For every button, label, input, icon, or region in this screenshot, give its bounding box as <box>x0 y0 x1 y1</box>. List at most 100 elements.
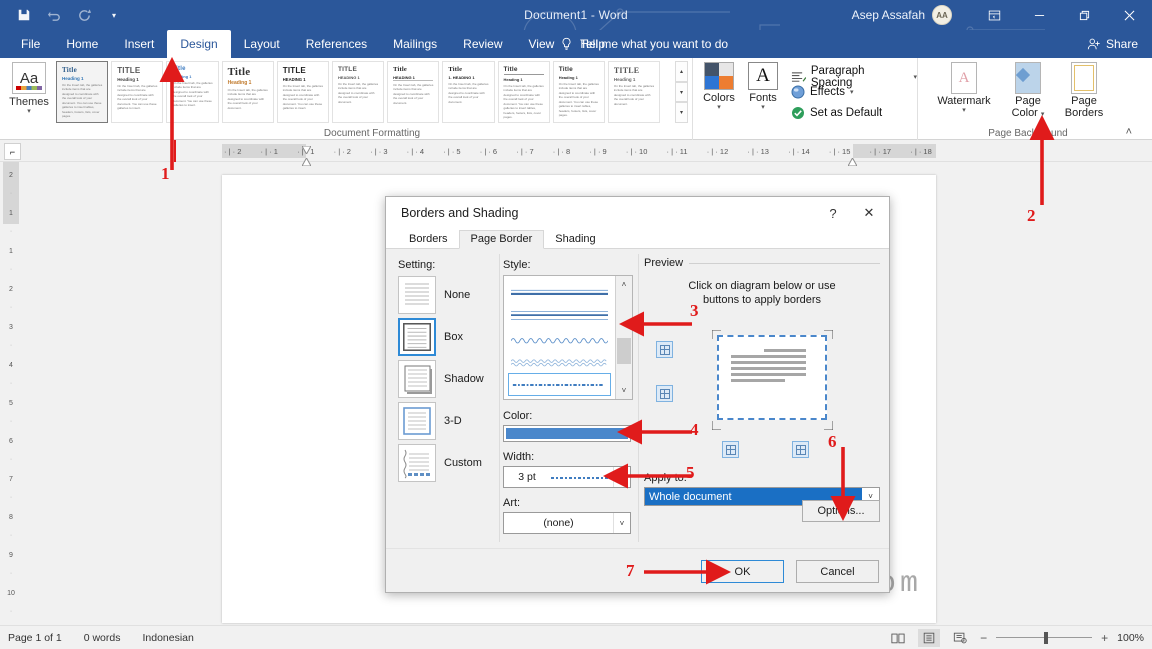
cancel-button[interactable]: Cancel <box>796 560 879 583</box>
ribbon-display-options-icon[interactable] <box>972 0 1017 30</box>
first-line-indent-marker[interactable] <box>301 141 312 156</box>
style-option-0[interactable] <box>508 281 611 304</box>
tell-me-search[interactable]: Tell me what you want to do <box>560 30 728 58</box>
tab-stop-selector[interactable]: ⌐ <box>4 143 21 160</box>
chevron-down-icon[interactable]: ▾ <box>717 104 721 111</box>
preview-right-border-button[interactable] <box>792 441 809 458</box>
dialog-tab-page-border[interactable]: Page Border <box>458 230 545 249</box>
minimize-icon[interactable] <box>1017 0 1062 30</box>
style-set-card-0[interactable]: Title Heading 1 On the Insert tab, the gal… <box>56 61 109 123</box>
style-list-items[interactable] <box>504 276 615 399</box>
themes-button[interactable]: Aa Themes ▾ <box>8 62 50 115</box>
zoom-level[interactable]: 100% <box>1117 632 1144 644</box>
colors-button[interactable]: Colors ▾ <box>697 62 741 111</box>
style-option-3[interactable] <box>508 350 611 373</box>
setting-option-box[interactable]: Box <box>398 318 490 356</box>
scroll-down-icon[interactable]: ˅ <box>616 382 632 399</box>
style-set-card-1[interactable]: TITLE Heading 1 On the Insert tab, the gal… <box>111 61 164 123</box>
close-icon[interactable] <box>1107 0 1152 30</box>
dialog-tab-borders[interactable]: Borders <box>398 231 459 248</box>
set-as-default-button[interactable]: Set as Default <box>791 106 882 120</box>
right-indent-marker[interactable] <box>847 153 858 167</box>
style-set-card-9[interactable]: Title Heading 1 On the Insert tab, the gal… <box>552 61 605 123</box>
style-set-card-10[interactable]: TITLE Heading 1 On the Insert tab, the gal… <box>607 61 661 123</box>
tab-mailings[interactable]: Mailings <box>380 30 450 58</box>
style-set-card-8[interactable]: Title Heading 1 On the Insert tab, the gal… <box>497 61 550 123</box>
style-set-card-5[interactable]: TITLE HEADING 1 On the Insert tab, the gal… <box>331 61 385 123</box>
art-combo[interactable]: (none) ˅ <box>503 512 631 534</box>
gallery-more-icon[interactable]: ▾ <box>675 102 688 124</box>
word-count[interactable]: 0 words <box>84 632 121 644</box>
zoom-out-button[interactable]: − <box>980 631 987 645</box>
setting-option-3d[interactable]: 3-D <box>398 402 490 440</box>
tab-insert[interactable]: Insert <box>111 30 167 58</box>
style-set-card-6[interactable]: Title HEADING 1 On the Insert tab, the gal… <box>387 61 440 123</box>
chevron-down-icon[interactable]: ▾ <box>27 108 31 115</box>
tab-design[interactable]: Design <box>167 30 231 58</box>
zoom-slider[interactable] <box>996 629 1093 647</box>
account-area[interactable]: Asep Assafah AA <box>852 0 952 30</box>
tab-file[interactable]: File <box>8 30 53 58</box>
language[interactable]: Indonesian <box>142 632 193 644</box>
dialog-help-icon[interactable]: ? <box>817 197 849 229</box>
setting-option-none[interactable]: None <box>398 276 490 314</box>
gallery-scroll-down-icon[interactable]: ▾ <box>675 81 688 103</box>
width-combo[interactable]: 3 pt ˅ <box>503 466 631 488</box>
ribbon-tabs[interactable]: File Home Insert Design Layout Reference… <box>8 30 618 58</box>
print-layout-icon[interactable] <box>918 628 941 647</box>
tab-references[interactable]: References <box>293 30 380 58</box>
tab-home[interactable]: Home <box>53 30 111 58</box>
color-swatch[interactable] <box>503 425 631 442</box>
dialog-close-icon[interactable]: ✕ <box>849 197 889 229</box>
style-set-card-4[interactable]: TITLE HEADING 1 On the Insert tab, the gal… <box>276 61 329 123</box>
options-button[interactable]: Options... <box>802 500 880 522</box>
art-dropdown-icon[interactable]: ˅ <box>613 513 630 533</box>
effects-button[interactable]: Effects ▾ <box>791 85 853 99</box>
preview-diagram[interactable] <box>644 313 880 473</box>
dialog-tab-shading[interactable]: Shading <box>544 231 606 248</box>
page-borders-button[interactable]: Page Borders <box>1056 62 1112 119</box>
style-list[interactable]: ˄ ˅ <box>503 275 633 400</box>
style-option-2[interactable] <box>508 327 611 350</box>
zoom-in-button[interactable]: + <box>1101 631 1108 645</box>
window-controls[interactable] <box>972 0 1152 30</box>
dialog-tabs[interactable]: Borders Page Border Shading <box>386 229 889 249</box>
width-dropdown-icon[interactable]: ˅ <box>613 467 630 487</box>
horizontal-ruler[interactable]: ⌐ · | · 2 · | · 1 · | · 1 · | · 2 · | · … <box>0 140 1152 167</box>
tab-layout[interactable]: Layout <box>231 30 293 58</box>
share-button[interactable]: Share <box>1087 30 1138 58</box>
page-count[interactable]: Page 1 of 1 <box>8 632 62 644</box>
gallery-scroll-up-icon[interactable]: ▴ <box>675 61 688 82</box>
web-layout-icon[interactable] <box>949 629 971 647</box>
preview-bottom-border-button[interactable] <box>656 385 673 402</box>
restore-icon[interactable] <box>1062 0 1107 30</box>
vertical-ruler[interactable]: 2 · 1 · 1 · 2 · 3 · 4 · 5 · 6 · 7 · 8 · 9 · 10 · <box>0 162 22 625</box>
read-mode-icon[interactable] <box>887 629 909 647</box>
scroll-up-icon[interactable]: ˄ <box>616 276 632 293</box>
borders-and-shading-dialog[interactable]: Borders and Shading ? ✕ Borders Page Bor… <box>385 196 890 593</box>
page-color-button[interactable]: Page Color ▾ <box>1002 62 1054 119</box>
setting-option-shadow[interactable]: Shadow <box>398 360 490 398</box>
hanging-indent-marker[interactable] <box>301 153 312 167</box>
preview-top-border-button[interactable] <box>656 341 673 358</box>
setting-option-custom[interactable]: Custom <box>398 444 490 482</box>
fonts-button[interactable]: A Fonts ▾ <box>741 62 785 111</box>
style-set-card-7[interactable]: Title 1. HEADING 1 On the Insert tab, the … <box>442 61 495 123</box>
style-set-card-3[interactable]: Title Heading 1 On the Insert tab, the gal… <box>221 61 274 123</box>
preview-page-box[interactable] <box>717 335 827 420</box>
style-list-scrollbar[interactable]: ˄ ˅ <box>615 276 632 399</box>
tab-review[interactable]: Review <box>450 30 515 58</box>
scrollbar-thumb[interactable] <box>617 338 631 364</box>
style-set-card-2[interactable]: Title Heading 1 On the Insert tab, the gal… <box>166 61 219 123</box>
avatar[interactable]: AA <box>932 5 952 25</box>
preview-left-border-button[interactable] <box>722 441 739 458</box>
style-set-gallery[interactable]: Title Heading 1 On the Insert tab, the gal… <box>56 61 661 123</box>
chevron-down-icon[interactable]: ▾ <box>1041 111 1045 118</box>
watermark-button[interactable]: A Watermark ▾ <box>928 62 1000 114</box>
zoom-thumb[interactable] <box>1044 631 1049 644</box>
chevron-down-icon[interactable]: ▾ <box>962 107 966 114</box>
style-option-1[interactable] <box>508 304 611 327</box>
chevron-down-icon[interactable]: ▾ <box>850 88 854 96</box>
gallery-scrollbar[interactable]: ▴ ▾ ▾ <box>675 61 688 124</box>
ok-button[interactable]: OK <box>701 560 784 583</box>
